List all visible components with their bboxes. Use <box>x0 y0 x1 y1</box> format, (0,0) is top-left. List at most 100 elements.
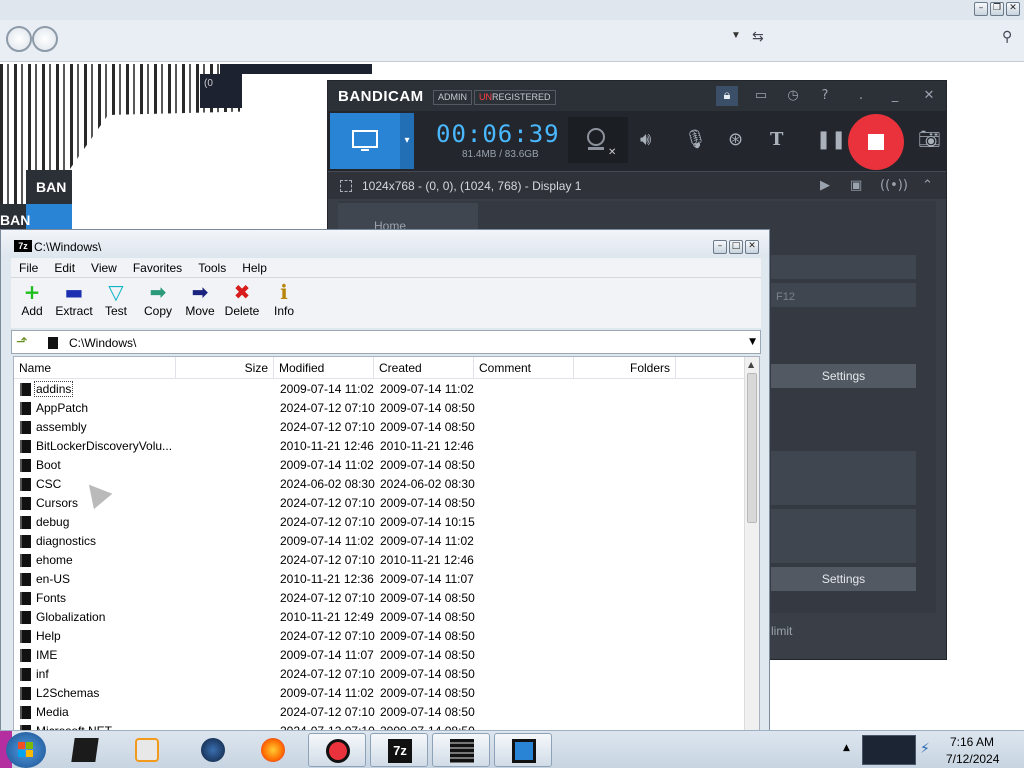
table-row[interactable]: assembly 2024-07-12 07:10 2009-07-14 08:50 <box>14 418 746 437</box>
cell-created: 2009-07-14 11:02 <box>380 382 474 396</box>
dropdown-arrow-icon[interactable]: ▼ <box>731 30 741 41</box>
start-button[interactable] <box>6 732 46 768</box>
unregistered-badge[interactable]: UNREGISTERED <box>474 90 556 105</box>
scroll-up-icon[interactable]: ▲ <box>748 360 754 369</box>
network-icon[interactable]: ⚡ <box>920 741 930 757</box>
task-globe[interactable] <box>184 733 242 767</box>
search-icon[interactable]: ⚲ <box>1002 28 1012 45</box>
mode-dropdown-icon[interactable]: ▾ <box>400 113 414 169</box>
image-icon[interactable]: ▣ <box>850 178 862 193</box>
column-size[interactable]: Size <box>176 357 274 379</box>
minimize-window-icon[interactable]: _ <box>884 86 906 106</box>
address-text[interactable]: C:\Windows\ <box>69 336 136 350</box>
up-folder-icon[interactable]: ⬏ <box>16 334 28 350</box>
menu-favorites[interactable]: Favorites <box>125 258 190 277</box>
task-notepad[interactable] <box>432 733 490 767</box>
info-button[interactable]: ℹ Info <box>263 278 305 328</box>
camera-snapshot-icon[interactable]: 📷︎ <box>918 129 941 150</box>
clock-time[interactable]: 7:16 AM <box>950 735 994 749</box>
table-row[interactable]: BitLockerDiscoveryVolu... 2010-11-21 12:4… <box>14 437 746 456</box>
add-button[interactable]: + Add <box>11 278 53 328</box>
settings-button-2[interactable]: Settings <box>771 567 916 591</box>
extract-button[interactable]: ▬ Extract <box>53 278 95 328</box>
tray-expand-icon[interactable]: ▲ <box>843 743 850 753</box>
lock-icon[interactable]: 🔒︎ <box>716 86 738 106</box>
close-icon[interactable]: ✕ <box>918 86 940 106</box>
back-button[interactable] <box>6 26 32 52</box>
delete-button[interactable]: ✖ Delete <box>221 278 263 328</box>
microphone-off-icon[interactable]: 🎙︎ <box>684 129 707 150</box>
screen-mode-button[interactable] <box>330 113 400 169</box>
task-bandicam[interactable] <box>308 733 366 767</box>
table-row[interactable]: diagnostics 2009-07-14 11:02 2009-07-14 11… <box>14 532 746 551</box>
refresh-icon[interactable]: ⇆ <box>752 28 764 45</box>
clock-date[interactable]: 7/12/2024 <box>946 752 999 766</box>
close-button[interactable]: ✕ <box>1006 2 1020 16</box>
table-row[interactable]: IME 2009-07-14 11:07 2009-07-14 08:50 <box>14 646 746 665</box>
vertical-scrollbar[interactable]: ▲ <box>744 357 759 731</box>
table-row[interactable]: en-US 2010-11-21 12:36 2009-07-14 11:07 <box>14 570 746 589</box>
webcam-toggle[interactable]: ✕ <box>568 117 628 163</box>
folder-icon[interactable]: ▭ <box>750 86 772 106</box>
help-icon[interactable]: ? <box>814 86 836 106</box>
menu-edit[interactable]: Edit <box>46 258 83 277</box>
menu-view[interactable]: View <box>83 258 125 277</box>
table-row[interactable]: Cursors 2024-07-12 07:10 2009-07-14 08:50 <box>14 494 746 513</box>
menu-bar: File Edit View Favorites Tools Help <box>11 258 761 278</box>
task-screen[interactable] <box>494 733 552 767</box>
minimize-icon[interactable]: . <box>850 86 872 106</box>
task-firefox[interactable] <box>244 733 302 767</box>
menu-help[interactable]: Help <box>234 258 275 277</box>
close-button[interactable]: ✕ <box>745 240 759 254</box>
menu-file[interactable]: File <box>11 258 46 277</box>
table-row[interactable]: Fonts 2024-07-12 07:10 2009-07-14 08:50 <box>14 589 746 608</box>
cursor-effect-icon[interactable]: ⊛ <box>728 129 743 150</box>
table-row[interactable]: addins 2009-07-14 11:02 2009-07-14 11:02 <box>14 380 746 399</box>
minimize-button[interactable]: – <box>713 240 727 254</box>
collapse-icon[interactable]: ⌃ <box>922 178 933 193</box>
address-dropdown-icon[interactable]: ▼ <box>749 337 756 347</box>
task-explorer-dark[interactable] <box>56 733 114 767</box>
text-overlay-icon[interactable]: T <box>770 129 783 150</box>
tray-app-icon[interactable] <box>862 735 916 765</box>
table-row[interactable]: Help 2024-07-12 07:10 2009-07-14 08:50 <box>14 627 746 646</box>
capture-area-icon <box>340 180 352 192</box>
column-modified[interactable]: Modified <box>274 357 374 379</box>
table-row[interactable]: AppPatch 2024-07-12 07:10 2009-07-14 08:50 <box>14 399 746 418</box>
folder-icon <box>20 611 31 624</box>
broadcast-icon[interactable]: ((•)) <box>880 178 908 193</box>
speaker-icon[interactable]: 🔊︎ <box>640 129 651 150</box>
column-folders[interactable]: Folders <box>574 357 676 379</box>
cell-name: Fonts <box>36 591 67 605</box>
column-created[interactable]: Created <box>374 357 474 379</box>
table-row[interactable]: inf 2024-07-12 07:10 2009-07-14 08:50 <box>14 665 746 684</box>
table-row[interactable]: debug 2024-07-12 07:10 2009-07-14 10:15 <box>14 513 746 532</box>
task-media-player[interactable] <box>118 733 176 767</box>
forward-button[interactable] <box>32 26 58 52</box>
table-row[interactable]: Boot 2009-07-14 11:02 2009-07-14 08:50 <box>14 456 746 475</box>
menu-tools[interactable]: Tools <box>190 258 234 277</box>
move-button[interactable]: ➡ Move <box>179 278 221 328</box>
cell-name: assembly <box>36 420 87 434</box>
video-icon[interactable]: ▶ <box>820 178 830 193</box>
settings-button-1[interactable]: Settings <box>771 364 916 388</box>
pause-icon[interactable]: ❚❚ <box>816 129 846 150</box>
scrollbar-thumb[interactable] <box>747 373 757 523</box>
table-row[interactable]: CSC 2024-06-02 08:30 2024-06-02 08:30 <box>14 475 746 494</box>
table-row[interactable]: ehome 2024-07-12 07:10 2010-11-21 12:46 <box>14 551 746 570</box>
column-comment[interactable]: Comment <box>474 357 574 379</box>
table-row[interactable]: L2Schemas 2009-07-14 11:02 2009-07-14 08:5… <box>14 684 746 703</box>
folder-icon <box>20 497 31 510</box>
maximize-button[interactable]: □ <box>729 240 743 254</box>
copy-button[interactable]: ➡ Copy <box>137 278 179 328</box>
column-name[interactable]: Name <box>14 357 176 379</box>
task-7zip[interactable]: 7z <box>370 733 428 767</box>
stop-recording-button[interactable] <box>848 114 904 170</box>
restore-button[interactable]: ❐ <box>990 2 1004 16</box>
address-bar[interactable]: ⬏ C:\Windows\ ▼ <box>11 330 761 354</box>
test-button[interactable]: ▽ Test <box>95 278 137 328</box>
clock-icon[interactable]: ◷ <box>782 86 804 106</box>
table-row[interactable]: Media 2024-07-12 07:10 2009-07-14 08:50 <box>14 703 746 722</box>
minimize-button[interactable]: – <box>974 2 988 16</box>
table-row[interactable]: Globalization 2010-11-21 12:49 2009-07-14 … <box>14 608 746 627</box>
